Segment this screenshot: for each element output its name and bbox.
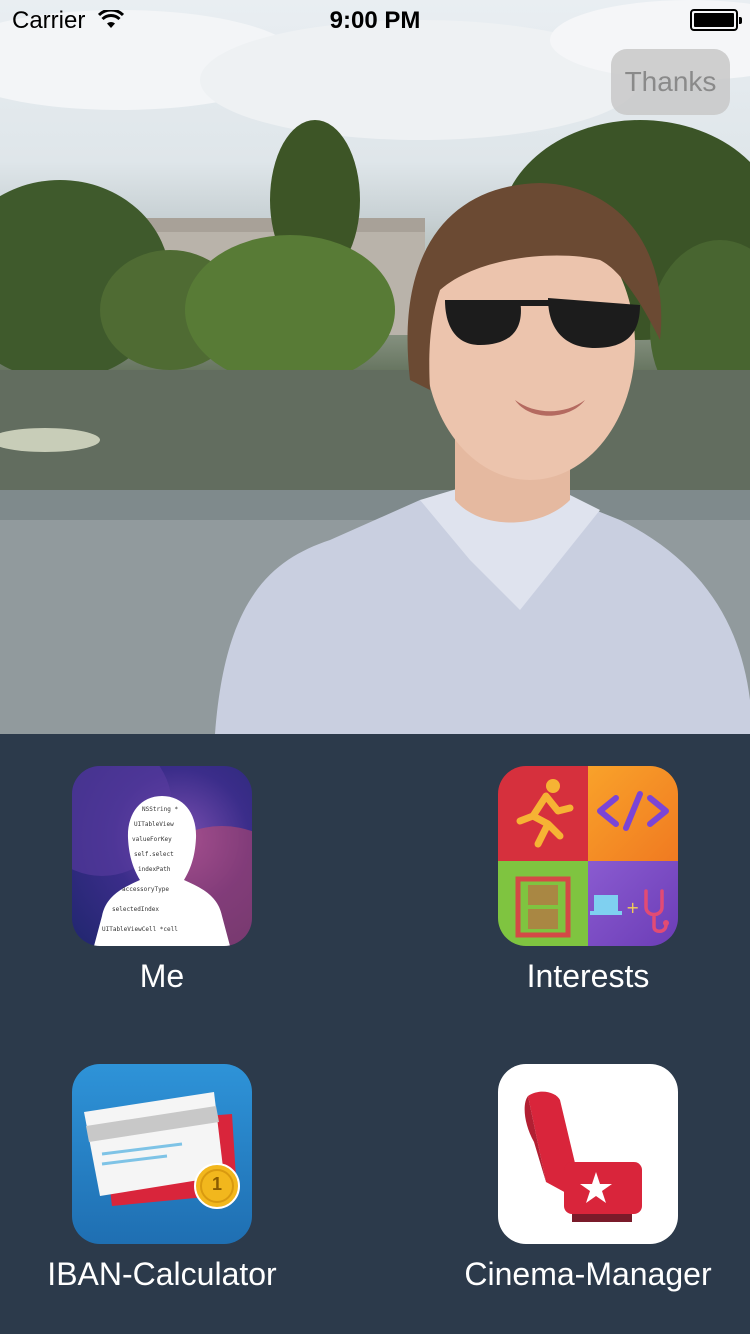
- app-label: IBAN-Calculator: [47, 1256, 277, 1292]
- thanks-button[interactable]: Thanks: [611, 49, 730, 115]
- svg-text:self.select: self.select: [134, 851, 174, 858]
- clock: 9:00 PM: [329, 7, 421, 34]
- battery-icon: [690, 9, 742, 31]
- code-icon: [588, 766, 678, 861]
- app-label: Me: [139, 958, 185, 994]
- svg-text:UITableViewCell *cell: UITableViewCell *cell: [102, 926, 178, 933]
- svg-text:NSString *: NSString *: [142, 806, 179, 813]
- svg-text:indexPath: indexPath: [138, 866, 171, 873]
- app-interests[interactable]: + Interests: [438, 766, 738, 995]
- app-me[interactable]: NSString * UITableView valueForKey self.…: [12, 766, 312, 995]
- svg-text:valueForKey: valueForKey: [132, 836, 172, 843]
- app-cinema-manager[interactable]: Cinema-Manager: [438, 1064, 738, 1293]
- film-icon: [498, 861, 588, 946]
- svg-text:UITableView: UITableView: [134, 821, 174, 828]
- app-iban-calculator[interactable]: 1 IBAN-Calculator: [12, 1064, 312, 1293]
- status-bar: Carrier 9:00 PM: [0, 0, 750, 40]
- interests-grid-icon[interactable]: +: [498, 766, 678, 946]
- svg-text:+: +: [626, 898, 639, 917]
- svg-text:accessoryType: accessoryType: [122, 886, 169, 893]
- running-icon: [498, 766, 588, 861]
- svg-text:selectedIndex: selectedIndex: [112, 906, 159, 913]
- badge-count: 1: [211, 1174, 222, 1194]
- battery-level: [694, 13, 734, 27]
- app-label: Interests: [526, 958, 650, 994]
- person-silhouette-code-icon[interactable]: NSString * UITableView valueForKey self.…: [72, 766, 252, 946]
- laptop-stethoscope-icon: +: [588, 861, 678, 946]
- app-label: Cinema-Manager: [464, 1256, 712, 1292]
- cinema-seat-icon[interactable]: [498, 1064, 678, 1244]
- bank-card-icon[interactable]: 1: [72, 1064, 252, 1244]
